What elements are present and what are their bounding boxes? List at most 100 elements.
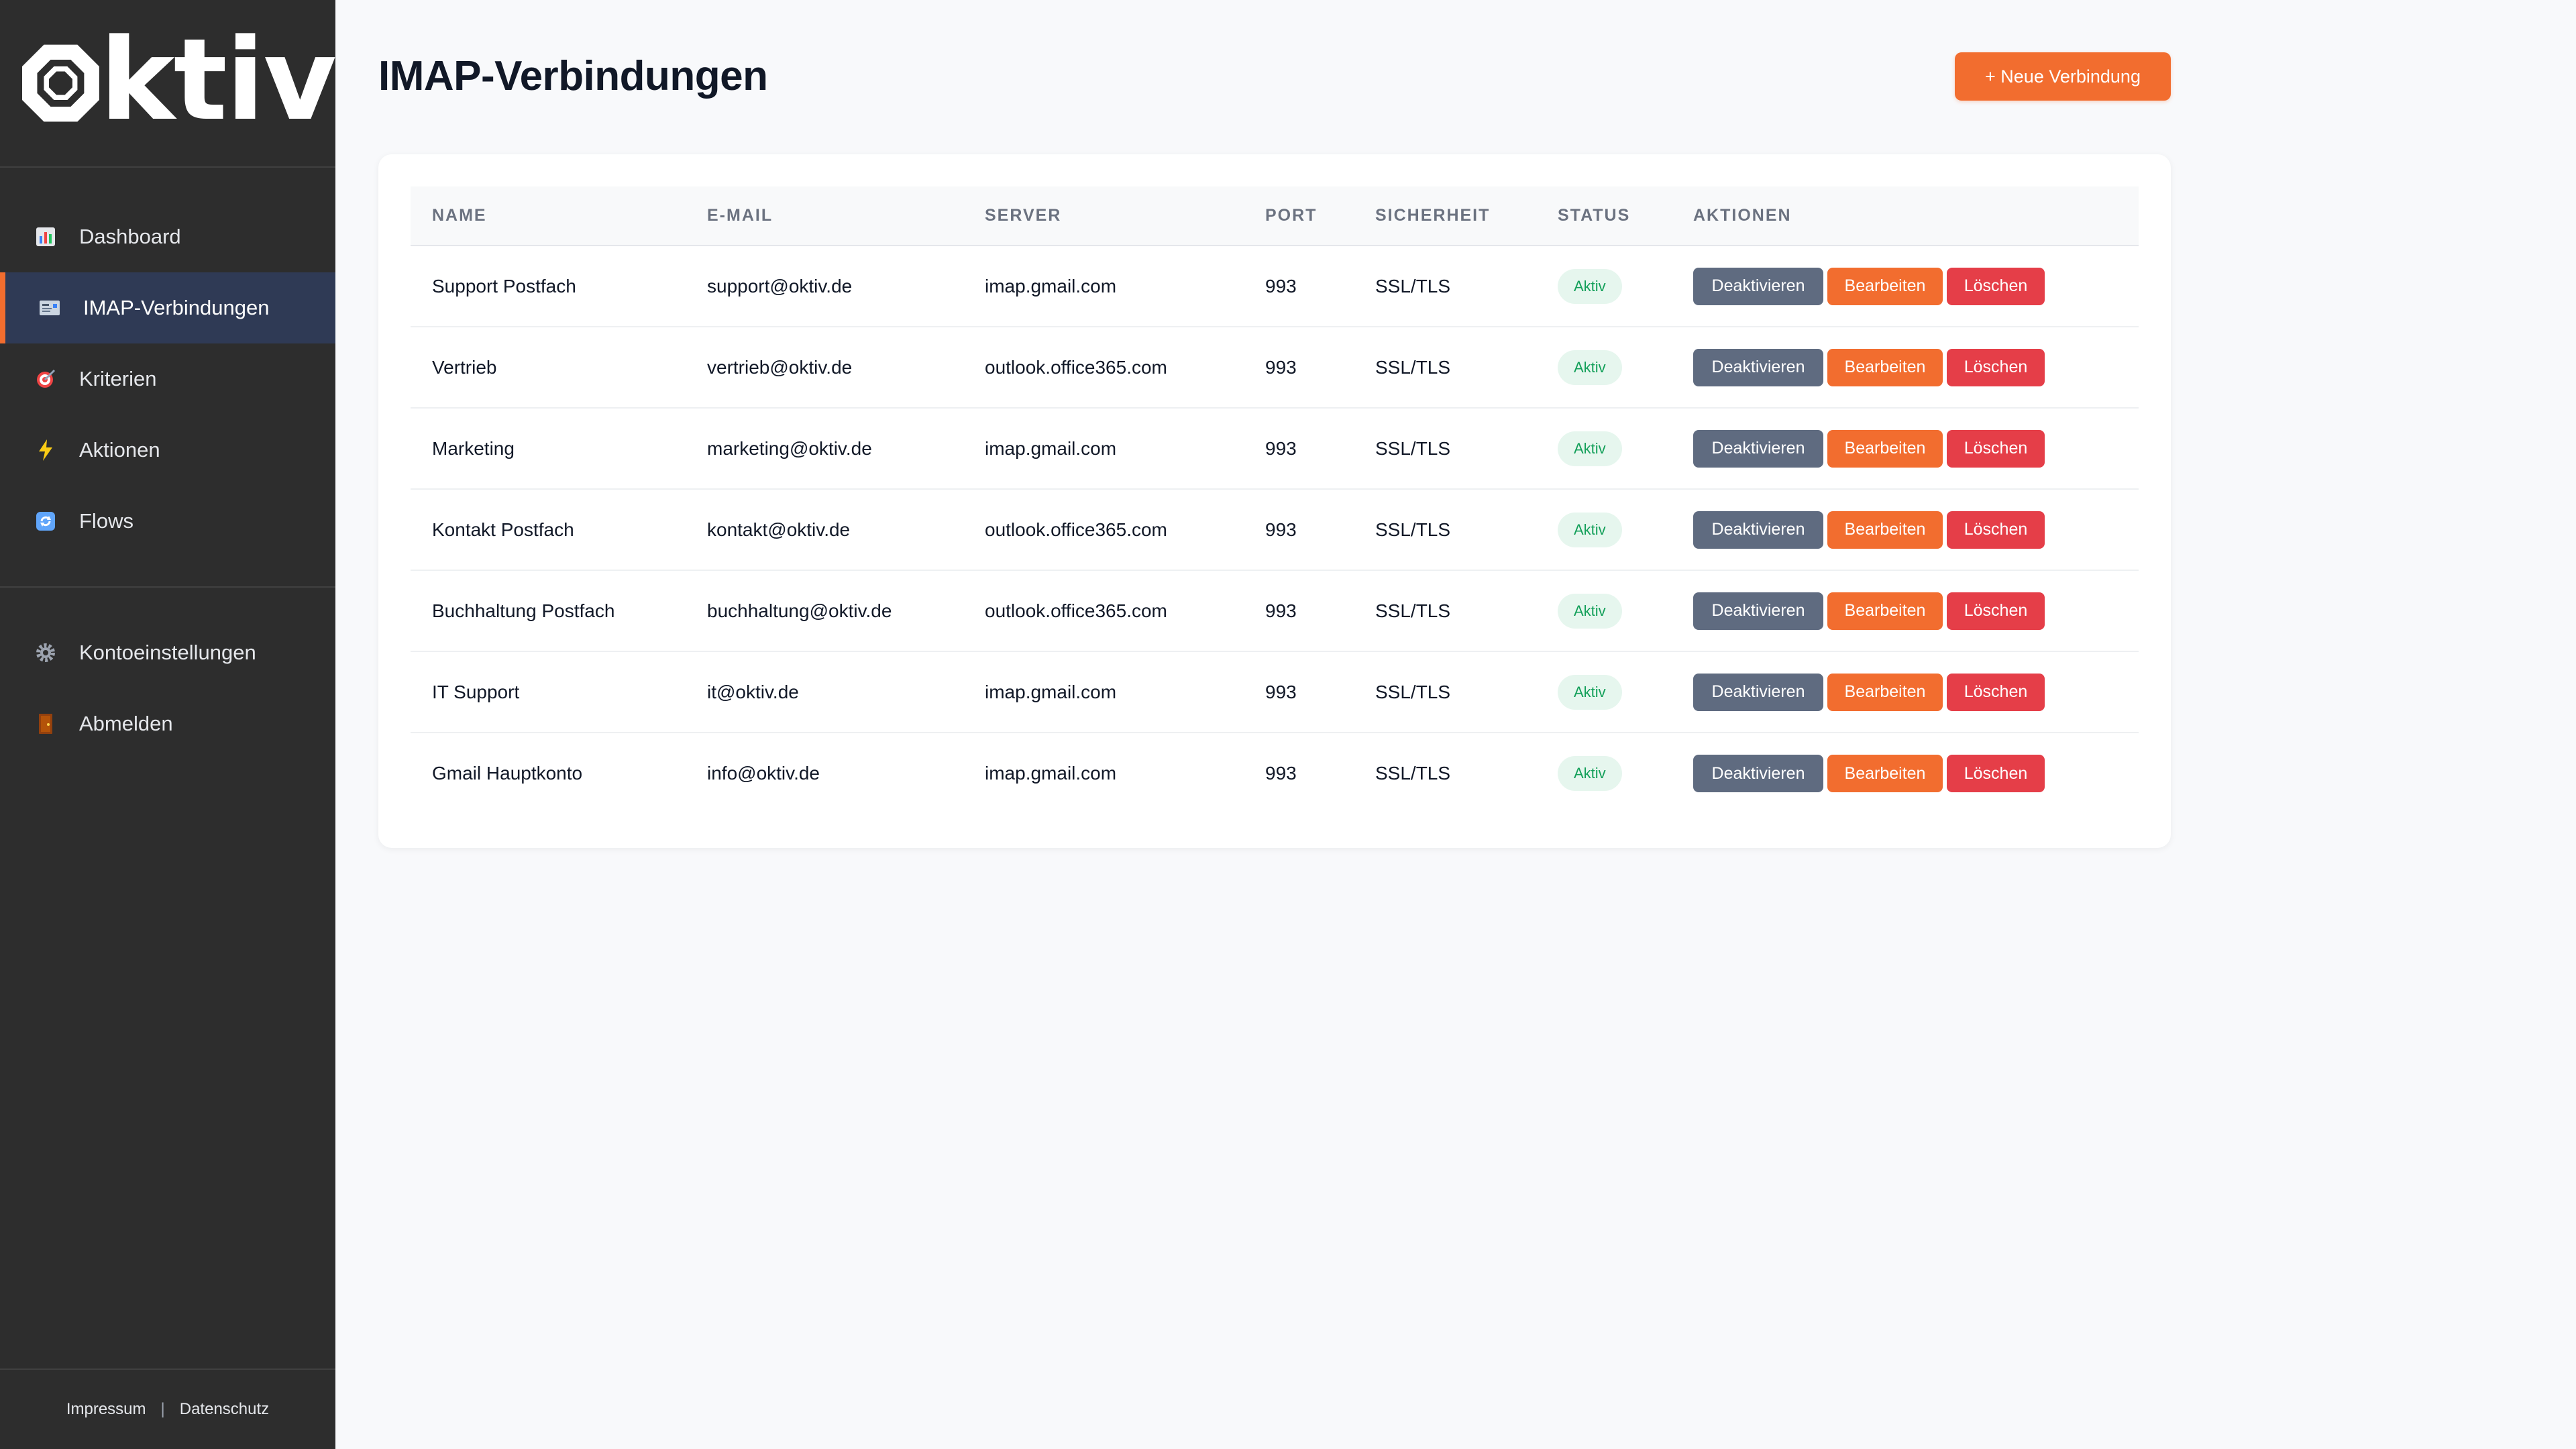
cell-security: SSL/TLS [1375, 763, 1451, 784]
delete-button[interactable]: Löschen [1947, 348, 2045, 386]
lightning-icon [34, 438, 58, 462]
cell-actions: Deaktivieren Bearbeiten Löschen [1672, 570, 2139, 652]
deactivate-button[interactable]: Deaktivieren [1693, 511, 1823, 549]
gear-icon [34, 641, 58, 665]
table-header-row: NAME E-MAIL SERVER PORT SICHERHEIT STATU… [411, 186, 2139, 246]
edit-button[interactable]: Bearbeiten [1827, 755, 1943, 792]
cell-name: Gmail Hauptkonto [432, 763, 583, 784]
status-badge: Aktiv [1558, 756, 1622, 791]
sidebar-item-aktionen[interactable]: Aktionen [0, 415, 335, 486]
delete-button[interactable]: Löschen [1947, 429, 2045, 468]
sidebar-item-flows[interactable]: Flows [0, 486, 335, 557]
status-badge: Aktiv [1558, 674, 1622, 710]
cell-security: SSL/TLS [1354, 246, 1536, 327]
bar-chart-icon [34, 225, 58, 249]
deactivate-button[interactable]: Deaktivieren [1693, 429, 1823, 468]
cell-actions: Deaktivieren Bearbeiten Löschen [1672, 651, 2139, 733]
cell-server: outlook.office365.com [963, 570, 1244, 652]
cell-server: imap.gmail.com [963, 246, 1244, 327]
cell-security: SSL/TLS [1354, 651, 1536, 733]
deactivate-button[interactable]: Deaktivieren [1693, 755, 1823, 792]
edit-button[interactable]: Bearbeiten [1827, 673, 1943, 711]
sidebar-item-abmelden[interactable]: Abmelden [0, 688, 335, 759]
column-header-name: NAME [411, 186, 686, 246]
cell-name: Kontakt Postfach [411, 489, 686, 571]
cell-email: support@oktiv.de [686, 246, 963, 327]
cell-actions: Deaktivieren Bearbeiten Löschen [1672, 327, 2139, 409]
table-row: Kontakt Postfach kontakt@oktiv.de outloo… [411, 489, 2139, 571]
cell-port: 993 [1265, 763, 1297, 784]
deactivate-button[interactable]: Deaktivieren [1693, 348, 1823, 386]
cell-status: Aktiv [1536, 733, 1672, 814]
delete-button[interactable]: Löschen [1947, 592, 2045, 630]
cell-actions: Deaktivieren Bearbeiten Löschen [1672, 733, 2139, 814]
connections-card: NAME E-MAIL SERVER PORT SICHERHEIT STATU… [378, 154, 2171, 848]
sidebar-item-label: IMAP-Verbindungen [83, 296, 270, 319]
status-badge: Aktiv [1558, 268, 1622, 304]
edit-button[interactable]: Bearbeiten [1827, 429, 1943, 468]
sidebar: ktiv Dashboard IMAP-Verbindungen Kriteri… [0, 0, 337, 1449]
status-badge: Aktiv [1558, 593, 1622, 629]
deactivate-button[interactable]: Deaktivieren [1693, 267, 1823, 305]
cell-port: 993 [1244, 570, 1354, 652]
cell-status: Aktiv [1536, 570, 1672, 652]
cell-email: it@oktiv.de [686, 651, 963, 733]
column-header-port: PORT [1244, 186, 1354, 246]
delete-button[interactable]: Löschen [1947, 511, 2045, 549]
cell-status: Aktiv [1536, 651, 1672, 733]
connections-table: NAME E-MAIL SERVER PORT SICHERHEIT STATU… [411, 186, 2139, 814]
delete-button[interactable]: Löschen [1947, 755, 2045, 792]
cell-status: Aktiv [1536, 489, 1672, 571]
cell-email: kontakt@oktiv.de [686, 489, 963, 571]
footer-separator: | [160, 1400, 165, 1418]
cell-security: SSL/TLS [1354, 489, 1536, 571]
cell-email: buchhaltung@oktiv.de [686, 570, 963, 652]
sidebar-item-label: Kontoeinstellungen [79, 641, 256, 664]
deactivate-button[interactable]: Deaktivieren [1693, 673, 1823, 711]
status-badge: Aktiv [1558, 350, 1622, 385]
cell-actions: Deaktivieren Bearbeiten Löschen [1672, 246, 2139, 327]
cell-server: imap.gmail.com [963, 651, 1244, 733]
table-row: Marketing marketing@oktiv.de imap.gmail.… [411, 408, 2139, 490]
edit-button[interactable]: Bearbeiten [1827, 267, 1943, 305]
edit-button[interactable]: Bearbeiten [1827, 348, 1943, 386]
logo[interactable]: ktiv [0, 0, 337, 168]
refresh-icon [34, 509, 58, 533]
table-row: Vertrieb vertrieb@oktiv.de outlook.offic… [411, 327, 2139, 409]
sidebar-item-dashboard[interactable]: Dashboard [0, 201, 335, 272]
cell-security: SSL/TLS [1354, 408, 1536, 490]
cell-actions: Deaktivieren Bearbeiten Löschen [1672, 489, 2139, 571]
column-header-actions: AKTIONEN [1672, 186, 2139, 246]
edit-button[interactable]: Bearbeiten [1827, 511, 1943, 549]
cell-security: SSL/TLS [1354, 327, 1536, 409]
datenschutz-link[interactable]: Datenschutz [180, 1400, 269, 1419]
logo-text: ktiv [99, 14, 337, 146]
sidebar-item-kriterien[interactable]: Kriterien [0, 343, 335, 415]
cell-name: IT Support [411, 651, 686, 733]
sidebar-item-label: Aktionen [79, 438, 160, 462]
cell-name: Vertrieb [411, 327, 686, 409]
deactivate-button[interactable]: Deaktivieren [1693, 592, 1823, 630]
sidebar-item-imap-verbindungen[interactable]: IMAP-Verbindungen [0, 272, 335, 343]
cell-server: outlook.office365.com [963, 327, 1244, 409]
cell-name: Buchhaltung Postfach [411, 570, 686, 652]
main-content: IMAP-Verbindungen + Neue Verbindung NAME… [335, 0, 2576, 1449]
delete-button[interactable]: Löschen [1947, 267, 2045, 305]
cell-port: 993 [1244, 408, 1354, 490]
impressum-link[interactable]: Impressum [66, 1400, 146, 1419]
new-connection-button[interactable]: + Neue Verbindung [1955, 52, 2171, 101]
column-header-server: SERVER [963, 186, 1244, 246]
cell-name: Support Postfach [411, 246, 686, 327]
column-header-status: STATUS [1536, 186, 1672, 246]
target-icon [34, 367, 58, 391]
sidebar-divider [0, 586, 335, 588]
delete-button[interactable]: Löschen [1947, 673, 2045, 711]
cell-status: Aktiv [1536, 327, 1672, 409]
status-badge: Aktiv [1558, 512, 1622, 547]
column-header-security: SICHERHEIT [1354, 186, 1536, 246]
edit-button[interactable]: Bearbeiten [1827, 592, 1943, 630]
cell-status: Aktiv [1536, 246, 1672, 327]
sidebar-item-kontoeinstellungen[interactable]: Kontoeinstellungen [0, 617, 335, 688]
sidebar-item-label: Flows [79, 509, 133, 533]
logo-octagon-icon [21, 44, 99, 122]
